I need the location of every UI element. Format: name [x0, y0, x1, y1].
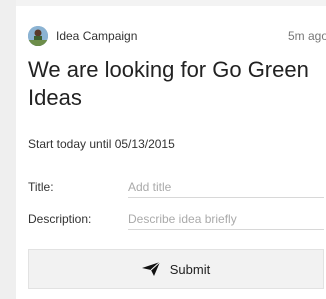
campaign-avatar	[28, 26, 48, 46]
timestamp: 5m ago	[287, 29, 326, 43]
campaign-title: We are looking for Go Green Ideas	[28, 57, 309, 110]
title-input[interactable]	[128, 176, 324, 198]
description-label: Description:	[28, 212, 92, 226]
submit-label: Submit	[169, 261, 211, 277]
campaign-date-range: Start today until 05/13/2015	[28, 137, 175, 151]
description-field-row: Description:	[28, 208, 324, 230]
paper-plane-icon	[141, 262, 160, 276]
campaign-type-label: Idea Campaign	[56, 29, 138, 43]
title-field-row: Title:	[28, 176, 324, 198]
title-label: Title:	[28, 180, 54, 194]
description-input[interactable]	[128, 208, 324, 230]
card-header: Idea Campaign 5m ago	[28, 26, 326, 48]
submit-button[interactable]: Submit	[28, 249, 324, 289]
idea-campaign-card: Idea Campaign 5m ago We are looking for …	[16, 0, 326, 299]
